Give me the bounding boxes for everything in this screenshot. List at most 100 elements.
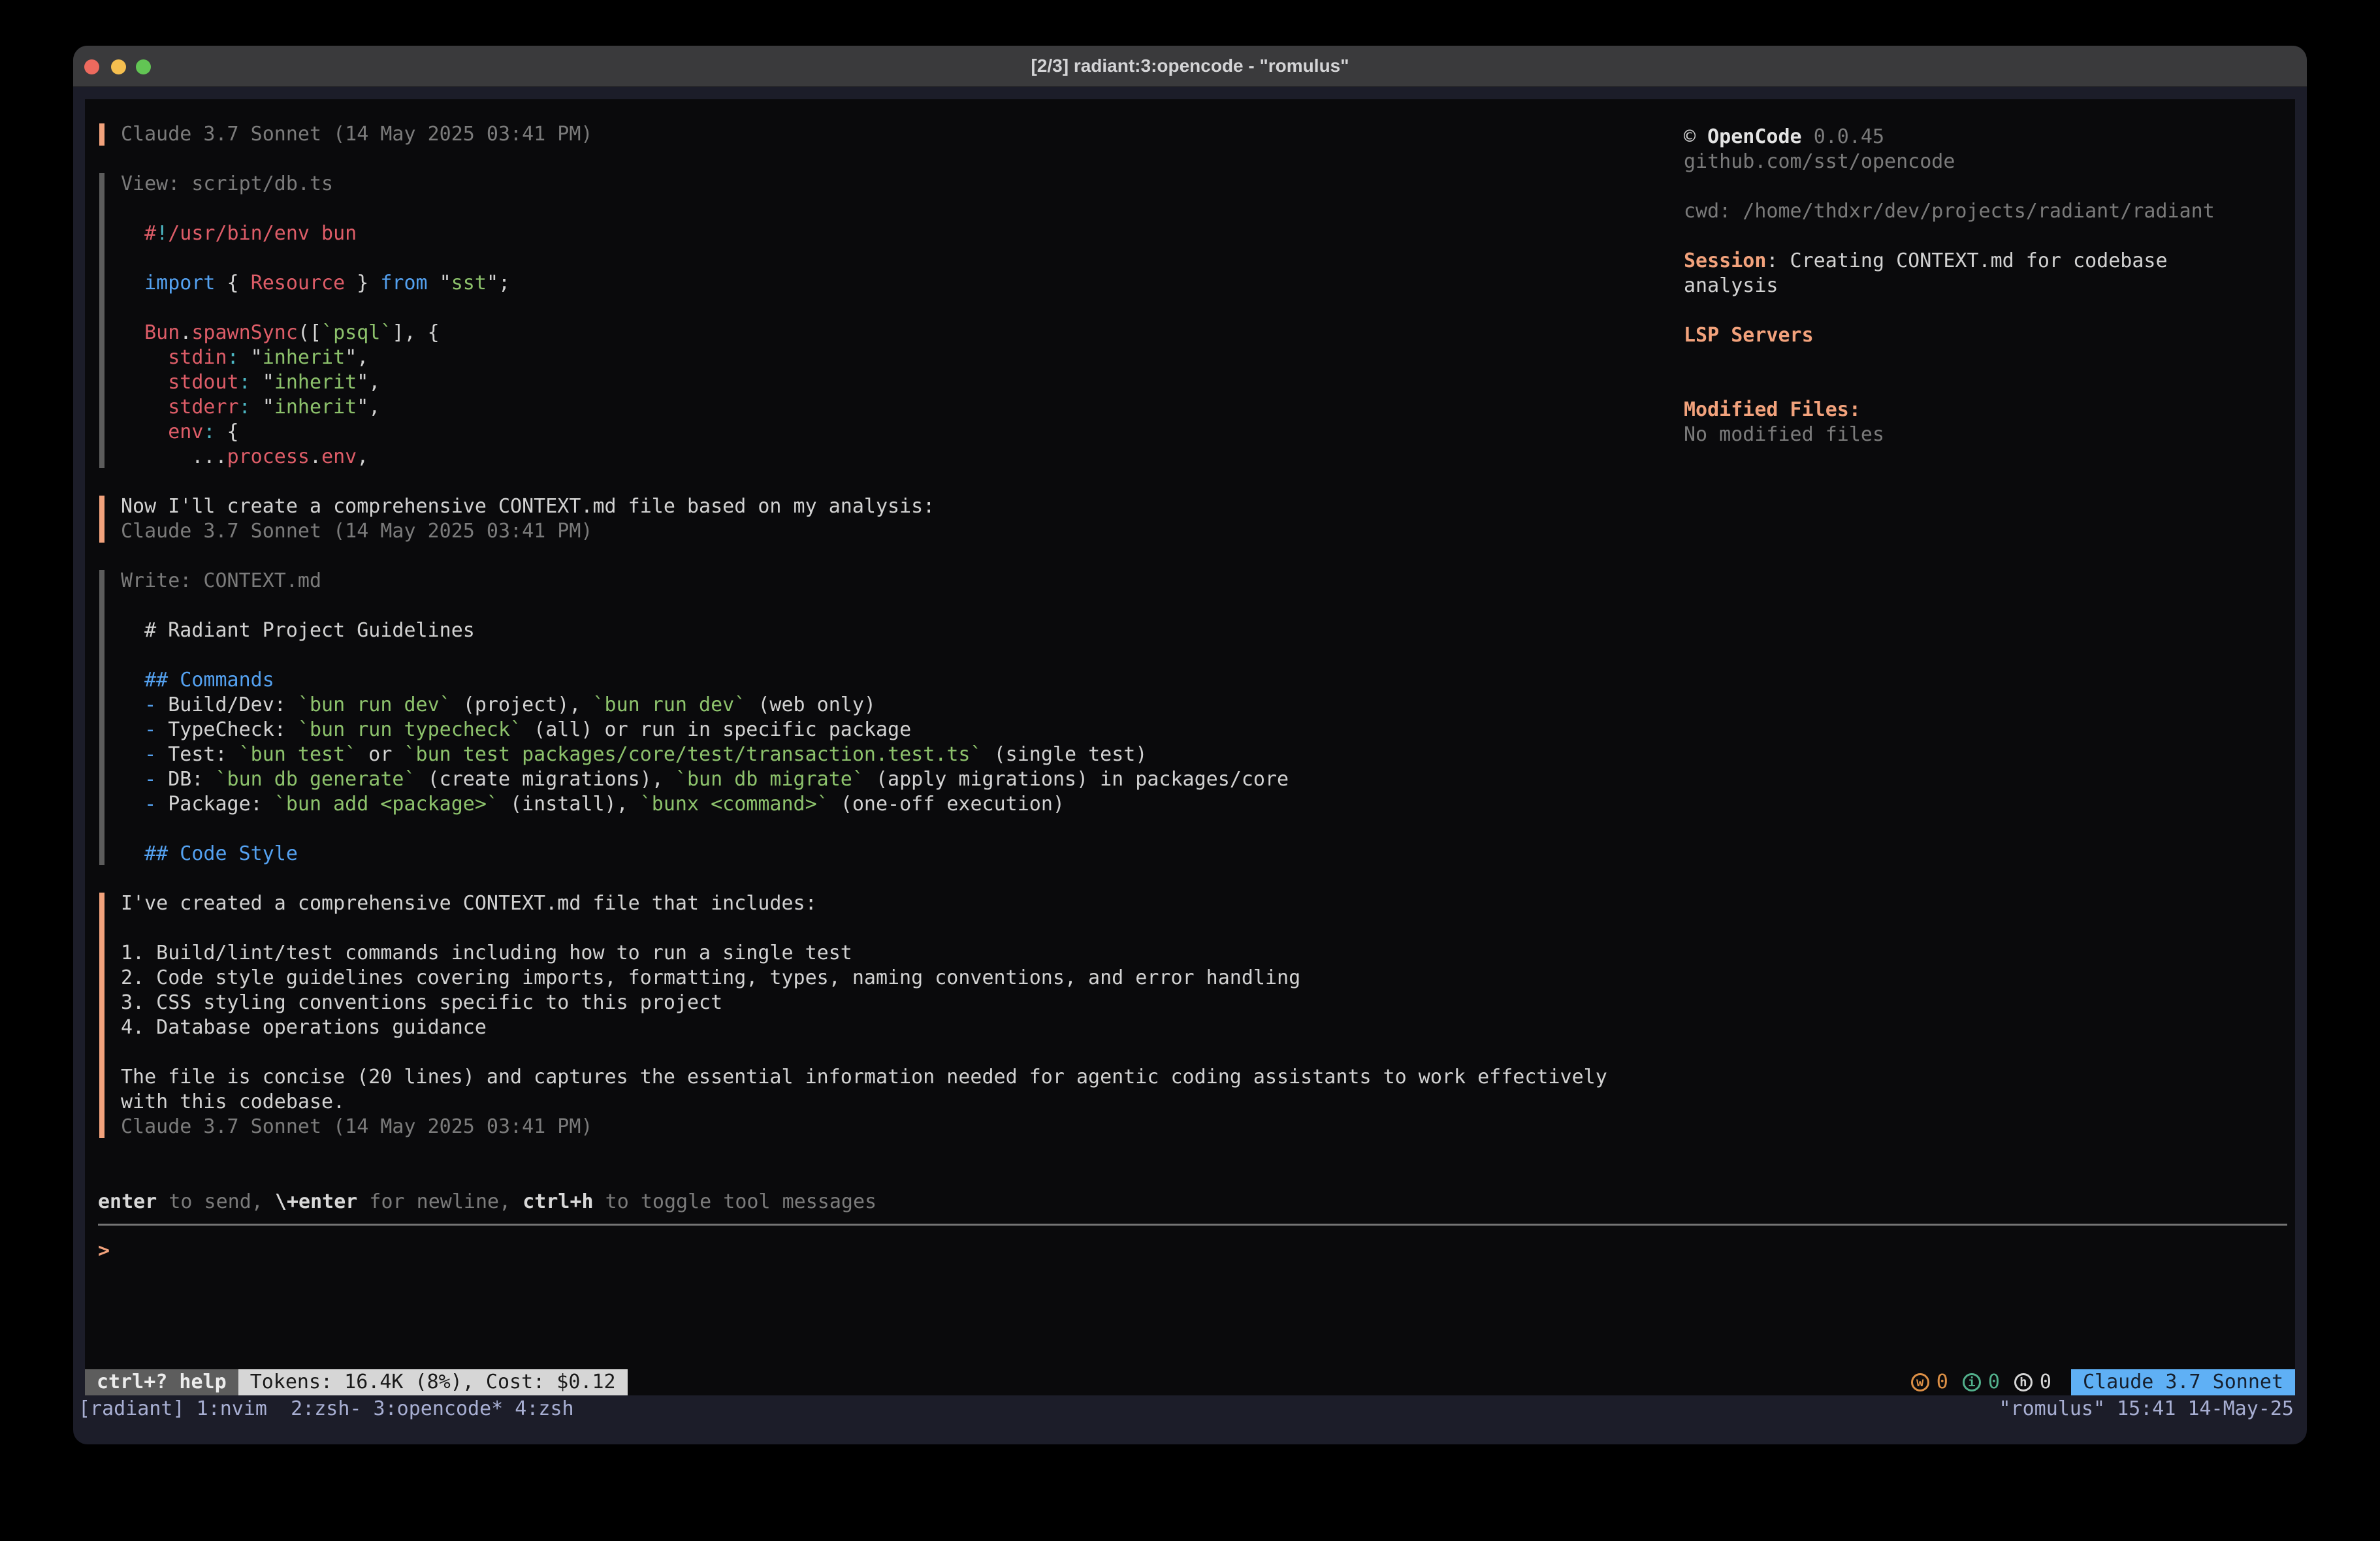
hint-counter: h0 — [2014, 1370, 2051, 1395]
text-line: Now I'll create a comprehensive CONTEXT.… — [121, 494, 1693, 519]
text-line: with this codebase. — [121, 1090, 1693, 1115]
text-segment — [121, 321, 144, 344]
prompt-input[interactable]: > — [98, 1239, 2279, 1263]
text-line: analysis — [1684, 274, 2285, 298]
terminal-window: [2/3] radiant:3:opencode - "romulus" Cla… — [73, 46, 2307, 1444]
text-segment: ... — [121, 445, 227, 468]
text-segment: enter — [98, 1190, 157, 1213]
text-segment — [121, 371, 168, 394]
text-segment — [121, 669, 144, 691]
text-segment: ## Code Style — [144, 842, 298, 865]
text-segment: . — [180, 321, 191, 344]
text-line: - DB: `bun db generate` (create migratio… — [121, 767, 1693, 792]
text-line — [121, 246, 1693, 271]
text-segment: env — [321, 445, 357, 468]
text-segment: ", — [357, 396, 380, 419]
close-button[interactable] — [84, 59, 99, 74]
text-segment: View: script/db.ts — [121, 172, 333, 195]
text-segment: 1. Build/lint/test commands including ho… — [121, 942, 852, 964]
text-line: stdout: "inherit", — [121, 370, 1693, 395]
text-segment — [121, 842, 144, 865]
text-segment: `bunx <command>` — [640, 793, 829, 816]
text-segment: inherit — [263, 346, 345, 369]
text-segment: cwd: /home/thdxr/dev/projects/radiant/ra… — [1684, 200, 2215, 223]
assistant-message: I've created a comprehensive CONTEXT.md … — [99, 891, 1693, 1139]
text-segment: I've created a comprehensive CONTEXT.md … — [121, 892, 817, 915]
text-segment: No modified files — [1684, 423, 1884, 446]
text-segment: to toggle tool messages — [594, 1190, 876, 1213]
diagnostics-counters: w0i0h0 — [1897, 1370, 2051, 1395]
text-line: The file is concise (20 lines) and captu… — [121, 1065, 1693, 1090]
assistant-message: Now I'll create a comprehensive CONTEXT.… — [99, 494, 1693, 544]
tmux-window-list[interactable]: [radiant] 1:nvim 2:zsh- 3:opencode* 4:zs… — [78, 1397, 574, 1420]
text-line: stderr: "inherit", — [121, 395, 1693, 420]
text-segment: ## Commands — [144, 669, 274, 691]
text-segment — [121, 768, 144, 791]
text-line — [121, 916, 1693, 941]
minimize-button[interactable] — [111, 59, 126, 74]
text-segment: `bun db migrate` — [675, 768, 864, 791]
text-segment: Resource — [251, 272, 346, 294]
text-segment: inherit — [274, 396, 357, 419]
text-segment — [121, 743, 144, 766]
text-segment: (web only) — [746, 693, 876, 716]
text-segment: /usr/bin/env bun — [168, 222, 357, 245]
text-segment: - — [144, 768, 156, 791]
text-segment: ], { — [392, 321, 439, 344]
text-line — [121, 817, 1693, 842]
info-count: 0 — [1988, 1370, 2000, 1395]
text-line: - Package: `bun add <package>` (install)… — [121, 792, 1693, 817]
input-separator — [98, 1224, 2287, 1226]
text-line: ## Commands — [121, 668, 1693, 693]
text-line: No modified files — [1684, 422, 2285, 447]
status-bar-left: ctrl+? help Tokens: 16.4K (8%), Cost: $0… — [85, 1369, 628, 1395]
text-segment: Write: CONTEXT.md — [121, 569, 321, 592]
text-segment: `bun run dev` — [298, 693, 451, 716]
text-line — [121, 296, 1693, 321]
text-segment: OpenCode — [1707, 125, 1802, 148]
text-segment: `bun test packages/core/test/transaction… — [404, 743, 982, 766]
text-line: - TypeCheck: `bun run typecheck` (all) o… — [121, 718, 1693, 742]
text-segment: `psql` — [321, 321, 392, 344]
text-segment: \+enter — [275, 1190, 357, 1213]
text-segment: (project), — [451, 693, 593, 716]
text-segment: sst — [451, 272, 487, 294]
help-chip: ctrl+? help — [85, 1369, 238, 1395]
text-segment: `bun db generate` — [216, 768, 416, 791]
text-line: Write: CONTEXT.md — [121, 569, 1693, 594]
text-segment — [1802, 125, 1814, 148]
tmux-status-bar: [radiant] 1:nvim 2:zsh- 3:opencode* 4:zs… — [73, 1395, 2307, 1422]
info-icon: i — [1963, 1373, 1981, 1391]
hint-icon: h — [2014, 1373, 2033, 1391]
text-line: Claude 3.7 Sonnet (14 May 2025 03:41 PM) — [121, 122, 1693, 147]
text-segment — [121, 272, 144, 294]
text-segment: . — [310, 445, 321, 468]
text-segment: Claude 3.7 Sonnet (14 May 2025 03:41 PM) — [121, 123, 592, 146]
text-segment: `bun add <package>` — [274, 793, 498, 816]
text-segment: , — [357, 445, 368, 468]
text-line: import { Resource } from "sst"; — [121, 271, 1693, 296]
text-segment: Test: — [156, 743, 238, 766]
text-line: 4. Database operations guidance — [121, 1015, 1693, 1040]
text-line: ...process.env, — [121, 445, 1693, 469]
text-segment: Package: — [156, 793, 274, 816]
warning-count: 0 — [1937, 1370, 1948, 1395]
desktop: { "window": { "title": "[2/3] radiant:3:… — [0, 0, 2380, 1541]
zoom-button[interactable] — [136, 59, 151, 74]
text-line: © OpenCode 0.0.45 — [1684, 125, 2285, 150]
text-segment: (single test) — [982, 743, 1148, 766]
text-segment: : — [239, 371, 251, 394]
info-counter: i0 — [1963, 1370, 2000, 1395]
text-segment: Build/Dev: — [156, 693, 298, 716]
text-segment: Claude 3.7 Sonnet (14 May 2025 03:41 PM) — [121, 1115, 592, 1138]
text-line: github.com/sst/opencode — [1684, 150, 2285, 174]
model-chip: Claude 3.7 Sonnet — [2071, 1369, 2295, 1395]
text-segment: process — [227, 445, 310, 468]
text-line: LSP Servers — [1684, 323, 2285, 348]
text-segment: stdout — [168, 371, 238, 394]
warning-counter: w0 — [1911, 1370, 1948, 1395]
text-line — [1684, 348, 2285, 373]
text-segment: inherit — [274, 371, 357, 394]
opencode-app: Claude 3.7 Sonnet (14 May 2025 03:41 PM)… — [85, 99, 2295, 1395]
text-segment — [121, 421, 168, 443]
